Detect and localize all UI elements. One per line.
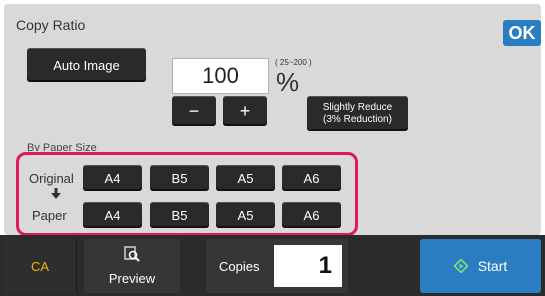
slightly-reduce-label: Slightly Reduce — [322, 101, 393, 113]
copies-input[interactable]: 1 — [274, 245, 342, 287]
original-size-a4-button[interactable]: A4 — [83, 165, 142, 191]
preview-label: Preview — [108, 271, 156, 286]
preview-button[interactable]: Preview — [84, 239, 180, 293]
arrow-down-icon — [51, 188, 61, 203]
slightly-reduce-sublabel: (3% Reduction) — [323, 113, 392, 125]
paper-size-a6-button[interactable]: A6 — [282, 202, 341, 228]
preview-icon — [124, 246, 140, 262]
increase-button[interactable]: + — [223, 96, 267, 126]
page-title: Copy Ratio — [16, 17, 86, 33]
paper-size-group: Original Paper A4 B5 A5 A6 A4 B5 A5 A6 — [16, 152, 358, 236]
copies-group: Copies 1 — [206, 239, 348, 293]
start-label: Start — [477, 258, 508, 274]
by-paper-size-label: By Paper Size — [27, 142, 97, 151]
original-size-a5-button[interactable]: A5 — [216, 165, 275, 191]
start-button[interactable]: Start — [420, 239, 541, 293]
paper-size-b5-button[interactable]: B5 — [150, 202, 209, 228]
paper-label: Paper — [32, 208, 67, 223]
auto-image-button[interactable]: Auto Image — [27, 48, 146, 82]
paper-size-a4-button[interactable]: A4 — [83, 202, 142, 228]
ratio-range-label: ( 25~200 ) — [275, 58, 312, 67]
percent-unit: % — [276, 67, 300, 97]
decrease-button[interactable]: − — [172, 96, 216, 126]
ratio-input[interactable]: 100 — [172, 58, 269, 94]
slightly-reduce-button[interactable]: Slightly Reduce (3% Reduction) — [307, 96, 408, 131]
original-label: Original — [29, 171, 74, 186]
bottom-bar: CA Preview Copies 1 Start — [0, 235, 545, 296]
original-size-a6-button[interactable]: A6 — [282, 165, 341, 191]
ok-button[interactable]: OK — [503, 20, 541, 46]
ca-button[interactable]: CA — [4, 239, 77, 293]
copy-ratio-panel: Copy Ratio OK Auto Image 100 ( 25~200 ) … — [4, 4, 541, 236]
original-size-b5-button[interactable]: B5 — [150, 165, 209, 191]
paper-size-a5-button[interactable]: A5 — [216, 202, 275, 228]
copies-label: Copies — [219, 259, 260, 274]
start-icon — [453, 258, 469, 274]
